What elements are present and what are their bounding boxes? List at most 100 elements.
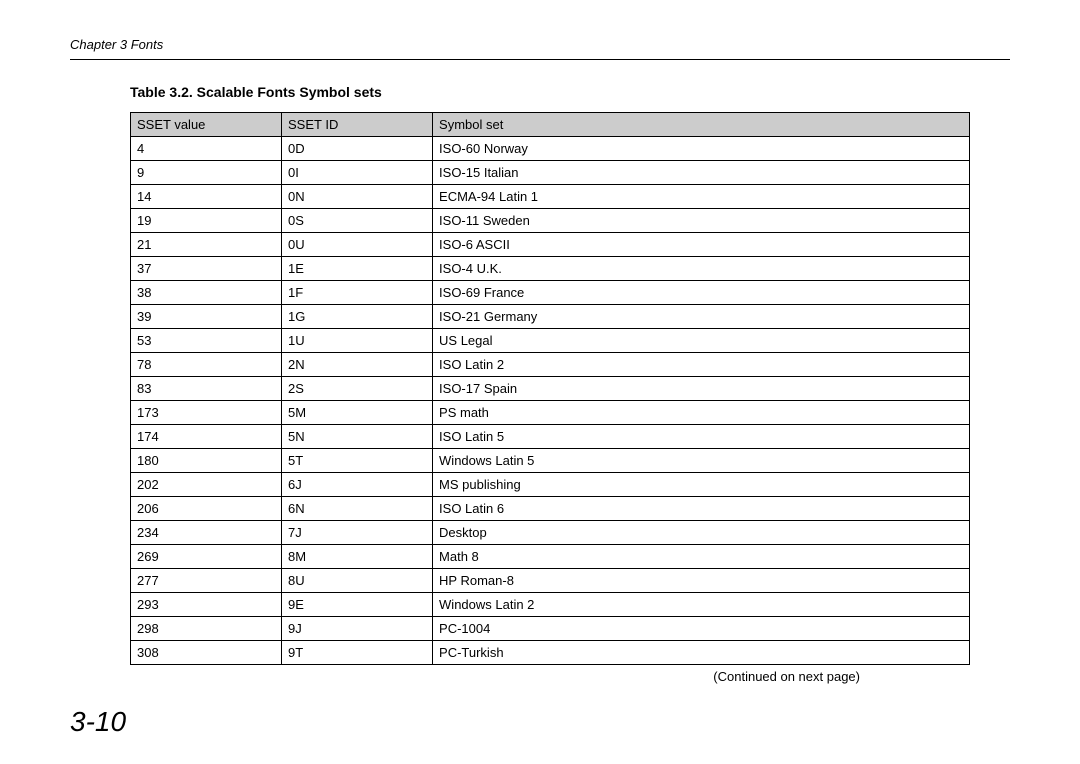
cell-sset-id: 5M [282, 401, 433, 425]
cell-sset-id: 1U [282, 329, 433, 353]
cell-sset-id: 1F [282, 281, 433, 305]
table-caption: Table 3.2. Scalable Fonts Symbol sets [130, 84, 1010, 100]
document-page: Chapter 3 Fonts Table 3.2. Scalable Font… [0, 0, 1080, 764]
symbol-sets-table: SSET value SSET ID Symbol set 40DISO-60 … [130, 112, 970, 665]
cell-sset-id: 2N [282, 353, 433, 377]
table-row: 531UUS Legal [131, 329, 970, 353]
cell-symbol-set: ISO Latin 5 [433, 425, 970, 449]
page-number: 3-10 [70, 706, 126, 738]
cell-sset-value: 14 [131, 185, 282, 209]
cell-symbol-set: ISO-6 ASCII [433, 233, 970, 257]
cell-symbol-set: MS publishing [433, 473, 970, 497]
cell-symbol-set: ISO-17 Spain [433, 377, 970, 401]
cell-sset-value: 4 [131, 137, 282, 161]
table-row: 782NISO Latin 2 [131, 353, 970, 377]
cell-sset-value: 19 [131, 209, 282, 233]
cell-symbol-set: PC-1004 [433, 617, 970, 641]
cell-sset-id: 0I [282, 161, 433, 185]
table-row: 2989JPC-1004 [131, 617, 970, 641]
cell-sset-value: 78 [131, 353, 282, 377]
cell-sset-value: 174 [131, 425, 282, 449]
cell-sset-id: 5N [282, 425, 433, 449]
cell-symbol-set: HP Roman-8 [433, 569, 970, 593]
table-row: 1735MPS math [131, 401, 970, 425]
cell-sset-value: 39 [131, 305, 282, 329]
cell-symbol-set: ISO-11 Sweden [433, 209, 970, 233]
cell-symbol-set: ISO Latin 2 [433, 353, 970, 377]
table-row: 1805TWindows Latin 5 [131, 449, 970, 473]
cell-sset-id: 8U [282, 569, 433, 593]
cell-symbol-set: US Legal [433, 329, 970, 353]
table-row: 2939EWindows Latin 2 [131, 593, 970, 617]
cell-sset-value: 206 [131, 497, 282, 521]
cell-symbol-set: ISO-15 Italian [433, 161, 970, 185]
cell-symbol-set: PC-Turkish [433, 641, 970, 665]
cell-sset-value: 37 [131, 257, 282, 281]
table-header-row: SSET value SSET ID Symbol set [131, 113, 970, 137]
cell-symbol-set: ECMA-94 Latin 1 [433, 185, 970, 209]
cell-sset-value: 180 [131, 449, 282, 473]
cell-sset-value: 202 [131, 473, 282, 497]
table-container: SSET value SSET ID Symbol set 40DISO-60 … [130, 112, 970, 684]
continued-label: (Continued on next page) [130, 669, 970, 684]
cell-symbol-set: Windows Latin 5 [433, 449, 970, 473]
table-row: 2778UHP Roman-8 [131, 569, 970, 593]
table-row: 3089TPC-Turkish [131, 641, 970, 665]
cell-symbol-set: ISO-21 Germany [433, 305, 970, 329]
cell-sset-id: 7J [282, 521, 433, 545]
table-row: 1745NISO Latin 5 [131, 425, 970, 449]
cell-sset-value: 38 [131, 281, 282, 305]
cell-sset-id: 9T [282, 641, 433, 665]
table-row: 40DISO-60 Norway [131, 137, 970, 161]
cell-sset-value: 277 [131, 569, 282, 593]
table-row: 832SISO-17 Spain [131, 377, 970, 401]
cell-sset-value: 9 [131, 161, 282, 185]
table-row: 2347JDesktop [131, 521, 970, 545]
col-header-sset-value: SSET value [131, 113, 282, 137]
table-row: 210UISO-6 ASCII [131, 233, 970, 257]
table-row: 90IISO-15 Italian [131, 161, 970, 185]
chapter-label: Chapter 3 Fonts [70, 37, 163, 52]
cell-sset-id: 1G [282, 305, 433, 329]
cell-sset-id: 9J [282, 617, 433, 641]
cell-symbol-set: Desktop [433, 521, 970, 545]
cell-sset-value: 173 [131, 401, 282, 425]
cell-sset-value: 83 [131, 377, 282, 401]
cell-symbol-set: PS math [433, 401, 970, 425]
cell-sset-id: 8M [282, 545, 433, 569]
cell-sset-id: 5T [282, 449, 433, 473]
table-row: 371EISO-4 U.K. [131, 257, 970, 281]
cell-sset-id: 1E [282, 257, 433, 281]
cell-sset-id: 2S [282, 377, 433, 401]
col-header-sset-id: SSET ID [282, 113, 433, 137]
cell-sset-id: 0N [282, 185, 433, 209]
cell-sset-id: 0S [282, 209, 433, 233]
cell-symbol-set: Windows Latin 2 [433, 593, 970, 617]
table-row: 391GISO-21 Germany [131, 305, 970, 329]
cell-sset-value: 234 [131, 521, 282, 545]
cell-symbol-set: ISO-69 France [433, 281, 970, 305]
cell-sset-id: 0U [282, 233, 433, 257]
cell-symbol-set: ISO-4 U.K. [433, 257, 970, 281]
cell-symbol-set: ISO Latin 6 [433, 497, 970, 521]
cell-sset-value: 53 [131, 329, 282, 353]
cell-sset-value: 21 [131, 233, 282, 257]
table-body: 40DISO-60 Norway90IISO-15 Italian140NECM… [131, 137, 970, 665]
col-header-symbol-set: Symbol set [433, 113, 970, 137]
cell-sset-value: 269 [131, 545, 282, 569]
cell-sset-value: 293 [131, 593, 282, 617]
page-header: Chapter 3 Fonts [70, 36, 1010, 60]
cell-sset-value: 308 [131, 641, 282, 665]
table-row: 190SISO-11 Sweden [131, 209, 970, 233]
table-row: 2698MMath 8 [131, 545, 970, 569]
cell-symbol-set: ISO-60 Norway [433, 137, 970, 161]
table-row: 140NECMA-94 Latin 1 [131, 185, 970, 209]
table-row: 381FISO-69 France [131, 281, 970, 305]
cell-sset-id: 9E [282, 593, 433, 617]
cell-sset-id: 6N [282, 497, 433, 521]
cell-sset-id: 0D [282, 137, 433, 161]
table-row: 2066NISO Latin 6 [131, 497, 970, 521]
cell-sset-value: 298 [131, 617, 282, 641]
cell-symbol-set: Math 8 [433, 545, 970, 569]
cell-sset-id: 6J [282, 473, 433, 497]
